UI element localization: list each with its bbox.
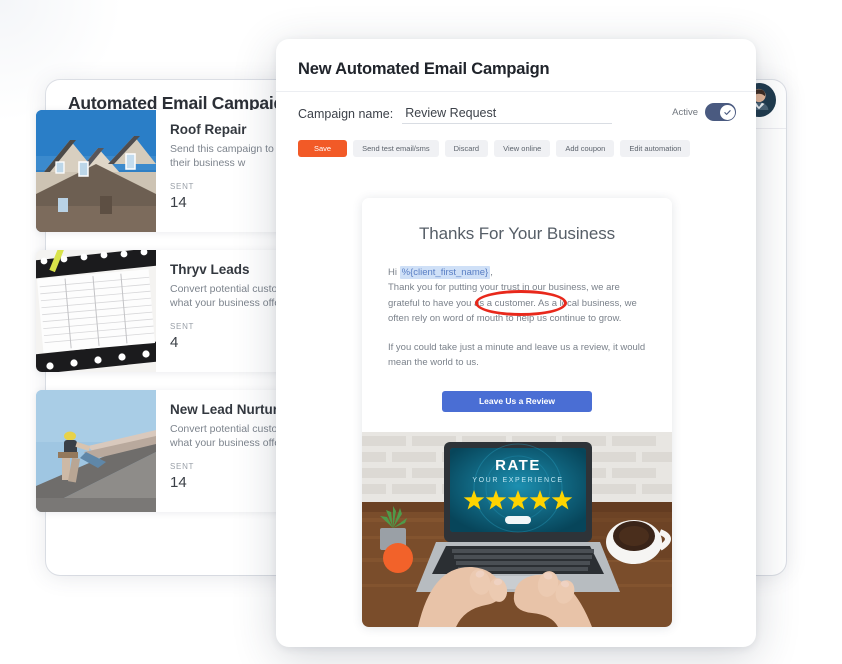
active-toggle-group: Active bbox=[672, 103, 736, 121]
email-greeting: Hi %{client_first_name}, bbox=[388, 265, 646, 280]
active-toggle-label: Active bbox=[672, 106, 698, 118]
screenshot-canvas: Automated Email Campaigns Roof Repair Se… bbox=[0, 0, 842, 664]
email-paragraph-2: If you could take just a minute and leav… bbox=[388, 341, 646, 368]
edit-automation-button[interactable]: Edit automation bbox=[620, 140, 691, 157]
active-toggle[interactable] bbox=[705, 103, 736, 121]
check-icon bbox=[723, 109, 731, 115]
suburban-houses-rooftops-photo bbox=[36, 110, 156, 232]
modal-title: New Automated Email Campaign bbox=[298, 60, 550, 78]
sent-label: SENT bbox=[170, 182, 195, 191]
laptop-rate-your-experience-photo: RATE YOUR EXPERIENCE bbox=[362, 432, 672, 628]
sent-label: SENT bbox=[170, 462, 195, 471]
new-campaign-modal: New Automated Email Campaign Campaign na… bbox=[276, 39, 756, 647]
hero-screen-title: RATE bbox=[495, 457, 541, 474]
laptop: RATE YOUR EXPERIENCE bbox=[416, 442, 620, 593]
notebook-planner-photo bbox=[36, 250, 156, 372]
campaign-thumbnail bbox=[36, 390, 156, 512]
modal-header: New Automated Email Campaign bbox=[276, 39, 756, 92]
email-heading: Thanks For Your Business bbox=[418, 224, 616, 243]
send-test-button[interactable]: Send test email/sms bbox=[353, 140, 439, 157]
campaign-name-row: Campaign name: Active bbox=[276, 92, 756, 136]
sent-label: SENT bbox=[170, 322, 195, 331]
hero-screen-subtitle: YOUR EXPERIENCE bbox=[472, 477, 563, 484]
modal-toolbar: Save Send test email/sms Discard View on… bbox=[276, 136, 756, 157]
discard-button[interactable]: Discard bbox=[444, 140, 489, 157]
campaign-thumbnail bbox=[36, 110, 156, 232]
roofer-working-on-roof-photo bbox=[36, 390, 156, 512]
greeting-prefix: Hi bbox=[388, 267, 400, 278]
sent-count: 4 bbox=[170, 334, 179, 351]
email-body: Thanks For Your Business Hi %{client_fir… bbox=[362, 198, 672, 432]
campaign-name-input[interactable] bbox=[402, 104, 613, 124]
greeting-suffix: , bbox=[490, 267, 493, 278]
leave-review-button[interactable]: Leave Us a Review bbox=[442, 391, 592, 413]
campaign-thumbnail bbox=[36, 250, 156, 372]
sent-count: 14 bbox=[170, 474, 187, 491]
campaign-name-label: Campaign name: bbox=[298, 107, 394, 121]
email-preview[interactable]: Thanks For Your Business Hi %{client_fir… bbox=[362, 198, 672, 628]
email-paragraph-1: Thank you for putting your trust in our … bbox=[388, 282, 637, 325]
save-button[interactable]: Save bbox=[298, 140, 348, 157]
add-coupon-button[interactable]: Add coupon bbox=[556, 140, 615, 157]
view-online-button[interactable]: View online bbox=[494, 140, 551, 157]
toggle-knob bbox=[719, 104, 735, 120]
merge-token[interactable]: %{client_first_name} bbox=[399, 266, 491, 279]
sent-count: 14 bbox=[170, 194, 187, 211]
